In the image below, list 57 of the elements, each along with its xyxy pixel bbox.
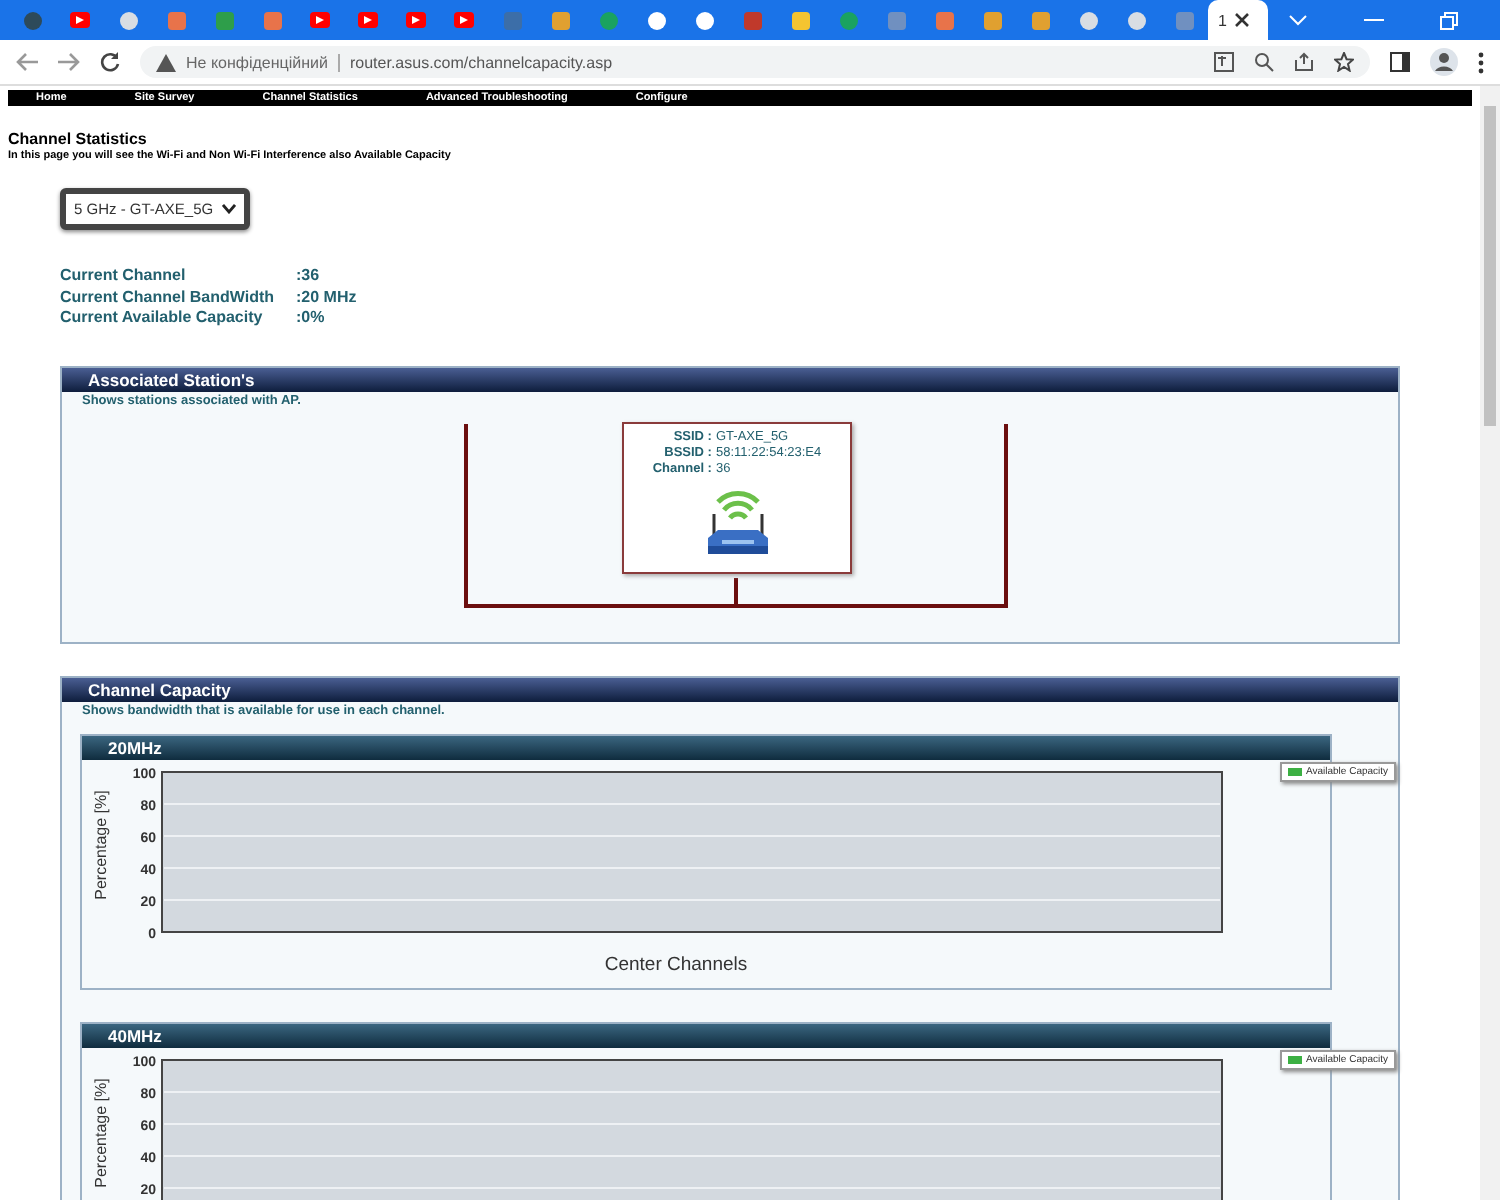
profile-icon[interactable]	[1430, 48, 1458, 76]
more-icon[interactable]	[1478, 51, 1484, 73]
axis-title: Percentage [%]	[91, 1077, 110, 1187]
favicon-icon	[935, 11, 953, 29]
favicon-icon	[887, 11, 905, 29]
info-value: :0%	[296, 308, 327, 329]
circle-icon	[1127, 11, 1145, 29]
play-icon	[310, 12, 330, 28]
forward-icon[interactable]	[58, 52, 80, 72]
favicon-icon	[791, 11, 809, 29]
address-field[interactable]: Не конфіденційний router.asus.com/channelcapacity.asp	[140, 46, 1370, 78]
info-label: Current Available Capacity	[60, 308, 265, 329]
favicon-icon	[551, 11, 569, 29]
play-icon	[454, 12, 474, 28]
side-panel-icon[interactable]	[1390, 52, 1410, 72]
axis-title: Percentage [%]	[91, 789, 110, 899]
favicon-icon	[215, 11, 233, 29]
favicon-icon	[983, 11, 1001, 29]
page-title: Channel Statistics	[8, 130, 149, 148]
zoom-icon[interactable]	[1254, 52, 1274, 72]
axis-title: Center Channels	[602, 953, 750, 975]
reload-icon[interactable]	[100, 52, 120, 72]
back-icon[interactable]	[16, 52, 38, 72]
play-icon	[358, 12, 378, 28]
minimize-icon[interactable]	[1364, 18, 1384, 22]
translate-icon[interactable]	[1214, 52, 1234, 72]
favicon-icon	[263, 11, 281, 29]
circle-icon	[23, 11, 41, 29]
info-label: Current Channel	[60, 266, 188, 287]
share-icon[interactable]	[1294, 52, 1314, 72]
info-value: :20 MHz	[296, 287, 359, 308]
browser-tab[interactable]: 1	[1208, 0, 1268, 40]
section-header: Channel Capacity	[62, 677, 1398, 701]
warning-icon	[156, 53, 176, 71]
caret-icon	[221, 204, 236, 214]
scrollbar[interactable]	[1480, 86, 1500, 1200]
section-header: Associated Station's	[62, 367, 1398, 391]
chevron-down-icon[interactable]	[1288, 14, 1308, 26]
chart-header: 40MHz	[82, 1023, 1330, 1047]
circle-icon	[695, 11, 713, 29]
favicon-icon	[167, 11, 185, 29]
circle-icon	[599, 11, 617, 29]
play-icon	[70, 12, 90, 28]
circle-icon	[647, 11, 665, 29]
favicon-icon	[1031, 11, 1049, 29]
info-value: :36	[296, 266, 322, 287]
favicon-icon	[743, 11, 761, 29]
circle-icon	[839, 11, 857, 29]
favicon-icon	[503, 11, 521, 29]
circle-icon	[119, 11, 137, 29]
chart-header: 20MHz	[82, 735, 1330, 759]
favicon-icon	[1175, 11, 1193, 29]
circle-icon	[1079, 11, 1097, 29]
restore-icon[interactable]	[1440, 11, 1458, 29]
star-icon[interactable]	[1334, 52, 1354, 72]
play-icon	[406, 12, 426, 28]
info-label: Current Channel BandWidth	[60, 287, 277, 308]
